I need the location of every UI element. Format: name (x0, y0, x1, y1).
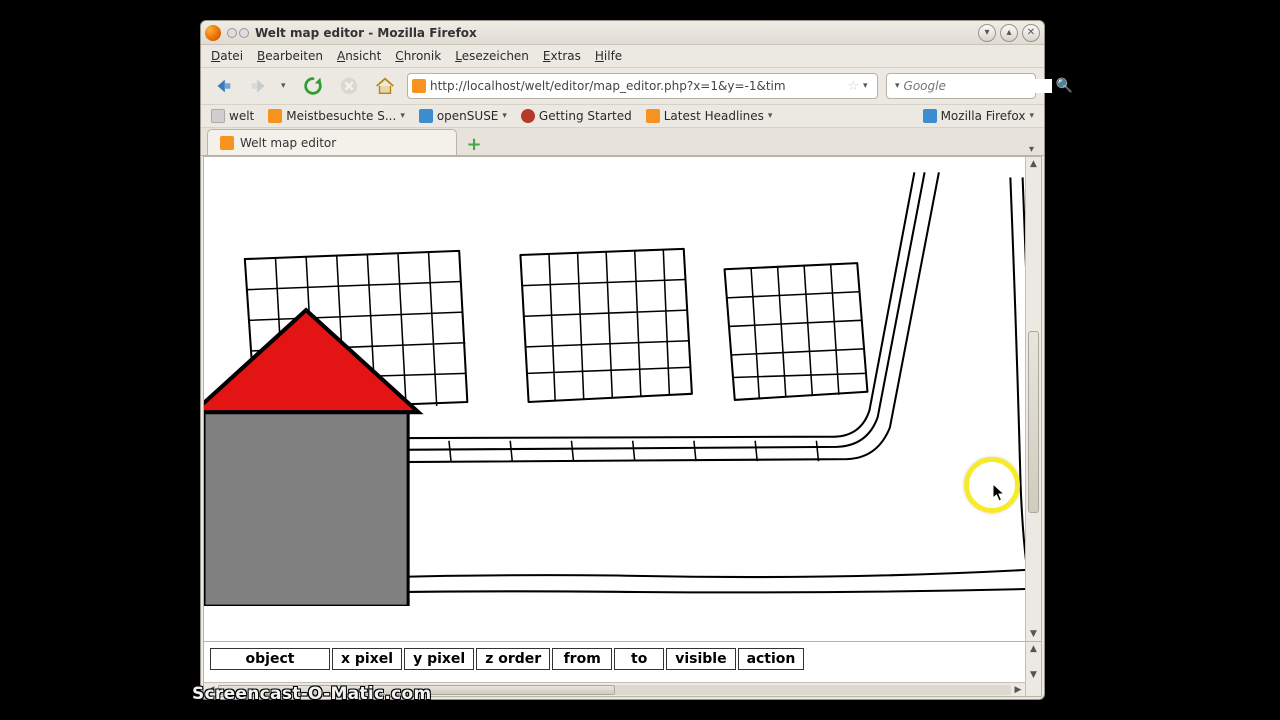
col-to[interactable]: to (614, 648, 664, 670)
search-box[interactable]: ▾ 🔍 (886, 73, 1036, 99)
menu-ansicht[interactable]: Ansicht (337, 49, 381, 63)
bookmark-latest-headlines[interactable]: Latest Headlines▾ (646, 109, 773, 123)
bookmark-meistbesuchte[interactable]: Meistbesuchte S...▾ (268, 109, 405, 123)
forward-button[interactable] (245, 72, 273, 100)
site-favicon-icon (412, 79, 426, 93)
table-header-row: object x pixel y pixel z order from to v… (204, 642, 1041, 676)
home-button[interactable] (371, 72, 399, 100)
scrollbar-thumb[interactable] (1028, 331, 1039, 513)
scroll-down-icon[interactable]: ▼ (1026, 627, 1041, 641)
bookmark-opensuse[interactable]: openSUSE▾ (419, 109, 507, 123)
tabs-overflow-icon[interactable]: ▾ (1029, 144, 1034, 155)
minimize-button[interactable]: ▾ (978, 24, 996, 42)
window-titlebar: Welt map editor - Mozilla Firefox ▾ ▴ ✕ (201, 21, 1044, 45)
url-input[interactable] (430, 79, 843, 93)
rss-icon (646, 109, 660, 123)
titlebar-indicator-icon (227, 28, 249, 38)
bookmark-welt[interactable]: welt (211, 109, 254, 123)
col-y-pixel[interactable]: y pixel (404, 648, 474, 670)
map-canvas (204, 157, 1041, 606)
col-from[interactable]: from (552, 648, 612, 670)
tab-strip: Welt map editor + ▾ (201, 128, 1044, 156)
tab-welt-map-editor[interactable]: Welt map editor (207, 129, 457, 155)
window-title: Welt map editor - Mozilla Firefox (255, 26, 477, 40)
history-dropdown-icon[interactable]: ▾ (281, 81, 291, 91)
tab-label: Welt map editor (240, 136, 336, 150)
bookmark-star-icon[interactable]: ☆ (847, 79, 859, 94)
close-button[interactable]: ✕ (1022, 24, 1040, 42)
menu-bar: DDateiatei Bearbeiten Ansicht Chronik Le… (201, 45, 1044, 67)
scroll-down-icon[interactable]: ▼ (1026, 668, 1041, 682)
stop-button[interactable] (335, 72, 363, 100)
search-engine-dropdown-icon[interactable]: ▾ (895, 81, 900, 91)
firefox-icon (205, 25, 221, 41)
menu-hilfe[interactable]: Hilfe (595, 49, 622, 63)
bookmark-mozilla-firefox[interactable]: Mozilla Firefox▾ (923, 109, 1034, 123)
address-bar[interactable]: ☆ ▾ (407, 73, 878, 99)
menu-extras[interactable]: Extras (543, 49, 581, 63)
new-tab-button[interactable]: + (463, 133, 485, 155)
col-object[interactable]: object (210, 648, 330, 670)
bookmark-getting-started[interactable]: Getting Started (521, 109, 632, 123)
menu-datei[interactable]: DDateiatei (211, 49, 243, 63)
scroll-up-icon[interactable]: ▲ (1026, 157, 1041, 171)
search-input[interactable] (904, 79, 1052, 93)
map-canvas-viewport[interactable]: ▲ ▼ (204, 157, 1041, 641)
watermark-text: Screencast-O-Matic.com (192, 684, 432, 704)
search-icon[interactable]: 🔍 (1056, 78, 1073, 94)
col-visible[interactable]: visible (666, 648, 735, 670)
folder-icon (419, 109, 433, 123)
col-x-pixel[interactable]: x pixel (332, 648, 402, 670)
house-object[interactable] (204, 310, 418, 606)
menu-bearbeiten[interactable]: Bearbeiten (257, 49, 323, 63)
bug-icon (521, 109, 535, 123)
nav-toolbar: ▾ ☆ ▾ ▾ 🔍 (201, 67, 1044, 105)
table-vertical-scrollbar[interactable]: ▲ ▼ (1025, 642, 1041, 696)
menu-chronik[interactable]: Chronik (395, 49, 441, 63)
col-z-order[interactable]: z order (476, 648, 550, 670)
page-icon (211, 109, 225, 123)
back-button[interactable] (209, 72, 237, 100)
page-content: ▲ ▼ object x pixel y pixel z order from … (203, 156, 1042, 697)
tab-favicon-icon (220, 136, 234, 150)
scroll-right-icon[interactable]: ▶ (1011, 685, 1025, 695)
col-action[interactable]: action (738, 648, 805, 670)
reload-button[interactable] (299, 72, 327, 100)
folder-icon (923, 109, 937, 123)
maximize-button[interactable]: ▴ (1000, 24, 1018, 42)
url-dropdown-icon[interactable]: ▾ (863, 81, 873, 91)
scroll-up-icon[interactable]: ▲ (1026, 642, 1041, 656)
bookmarks-toolbar: welt Meistbesuchte S...▾ openSUSE▾ Getti… (201, 105, 1044, 128)
browser-window: Welt map editor - Mozilla Firefox ▾ ▴ ✕ … (200, 20, 1045, 700)
folder-icon (268, 109, 282, 123)
menu-lesezeichen[interactable]: Lesezeichen (455, 49, 529, 63)
canvas-vertical-scrollbar[interactable]: ▲ ▼ (1025, 157, 1041, 641)
